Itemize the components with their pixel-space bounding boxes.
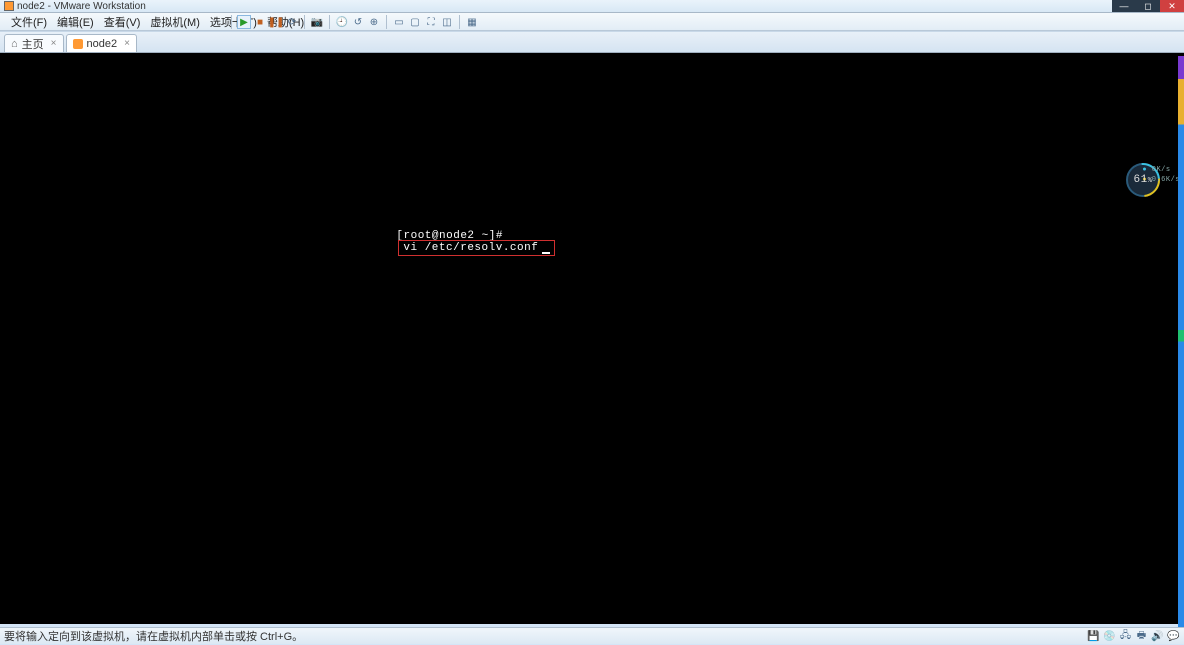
fullscreen-icon[interactable]: ▭ bbox=[392, 15, 406, 29]
toolbar: ▶ ■ ❚❚ ⟳ 📷 🕘 ↺ ⊕ ▭ ▢ ⛶ ◫ ▦ bbox=[228, 15, 479, 29]
unity-icon[interactable]: ▢ bbox=[408, 15, 422, 29]
terminal-command-highlight: vi /etc/resolv.conf bbox=[398, 240, 555, 256]
tabbar: ⌂ 主页 × node2 × bbox=[0, 31, 1184, 53]
power-on-button[interactable]: ▶ bbox=[237, 15, 251, 29]
close-button[interactable]: ✕ bbox=[1160, 0, 1184, 12]
suspend-button[interactable]: ❚❚ bbox=[269, 15, 283, 29]
snapshot-button[interactable]: 📷 bbox=[310, 15, 324, 29]
tab-close-icon[interactable]: × bbox=[124, 38, 130, 49]
tab-home-label: 主页 bbox=[22, 36, 44, 52]
thumbnail-icon[interactable]: ▦ bbox=[465, 15, 479, 29]
vm-console[interactable]: [root@node2 ~]# vi /etc/resolv.conf 61% … bbox=[0, 53, 1184, 624]
statusbar: 要将输入定向到该虚拟机，请在虚拟机内部单击或按 Ctrl+G。 💾 💿 🖧 🖶 … bbox=[0, 627, 1184, 644]
menu-view[interactable]: 查看(V) bbox=[99, 14, 146, 30]
tab-close-icon[interactable]: × bbox=[51, 38, 57, 49]
home-icon: ⌂ bbox=[11, 38, 18, 50]
restart-button[interactable]: ⟳ bbox=[285, 15, 299, 29]
status-tray: 💾 💿 🖧 🖶 🔊 💬 bbox=[1087, 630, 1180, 643]
tab-node2-label: node2 bbox=[87, 38, 118, 50]
usb-icon[interactable]: 🖶 bbox=[1135, 630, 1148, 643]
cd-icon[interactable]: 💿 bbox=[1103, 630, 1116, 643]
toolbar-separator bbox=[459, 15, 460, 29]
fit-guest-icon[interactable]: ⛶ bbox=[424, 15, 438, 29]
right-edge-strip bbox=[1178, 56, 1184, 627]
cursor-icon bbox=[542, 252, 550, 254]
upload-dot-icon: ● bbox=[1142, 166, 1147, 174]
status-message: 要将输入定向到该虚拟机，请在虚拟机内部单击或按 Ctrl+G。 bbox=[4, 628, 303, 644]
toolbar-separator bbox=[304, 15, 305, 29]
fit-window-icon[interactable]: ◫ bbox=[440, 15, 454, 29]
snapshot-manage-icon[interactable]: 🕘 bbox=[335, 15, 349, 29]
net-down: 0.6K/s bbox=[1152, 176, 1180, 184]
app-icon bbox=[4, 1, 14, 11]
hdd-icon[interactable]: 💾 bbox=[1087, 630, 1100, 643]
toolbar-separator bbox=[386, 15, 387, 29]
power-off-button[interactable]: ■ bbox=[253, 15, 267, 29]
maximize-button[interactable]: ◻ bbox=[1136, 0, 1160, 12]
toolbar-separator bbox=[329, 15, 330, 29]
terminal-command: vi /etc/resolv.conf bbox=[403, 242, 538, 254]
terminal-line: [root@node2 ~]# vi /etc/resolv.conf bbox=[368, 218, 555, 266]
tab-node2[interactable]: node2 × bbox=[66, 34, 137, 52]
minimize-button[interactable]: — bbox=[1112, 0, 1136, 12]
window-controls: — ◻ ✕ bbox=[1112, 0, 1184, 12]
network-icon[interactable]: 🖧 bbox=[1119, 630, 1132, 643]
menu-edit[interactable]: 编辑(E) bbox=[52, 14, 99, 30]
snapshot-revert-icon[interactable]: ↺ bbox=[351, 15, 365, 29]
snapshot-take-icon[interactable]: ⊕ bbox=[367, 15, 381, 29]
sound-icon[interactable]: 🔊 bbox=[1151, 630, 1164, 643]
message-icon[interactable]: 💬 bbox=[1167, 630, 1180, 643]
window-titlebar: node2 - VMware Workstation — ◻ ✕ bbox=[0, 0, 1184, 13]
vm-icon bbox=[73, 39, 83, 49]
menu-vm[interactable]: 虚拟机(M) bbox=[145, 14, 205, 30]
tab-home[interactable]: ⌂ 主页 × bbox=[4, 34, 64, 52]
window-title: node2 - VMware Workstation bbox=[17, 1, 146, 12]
menubar: 文件(F) 编辑(E) 查看(V) 虚拟机(M) 选项卡(T) 帮助(H) ▶ … bbox=[0, 13, 1184, 31]
toolbar-separator bbox=[231, 15, 232, 29]
menu-file[interactable]: 文件(F) bbox=[6, 14, 52, 30]
gauge-value: 61% bbox=[1134, 174, 1153, 186]
net-up: 0K/s bbox=[1152, 166, 1171, 174]
